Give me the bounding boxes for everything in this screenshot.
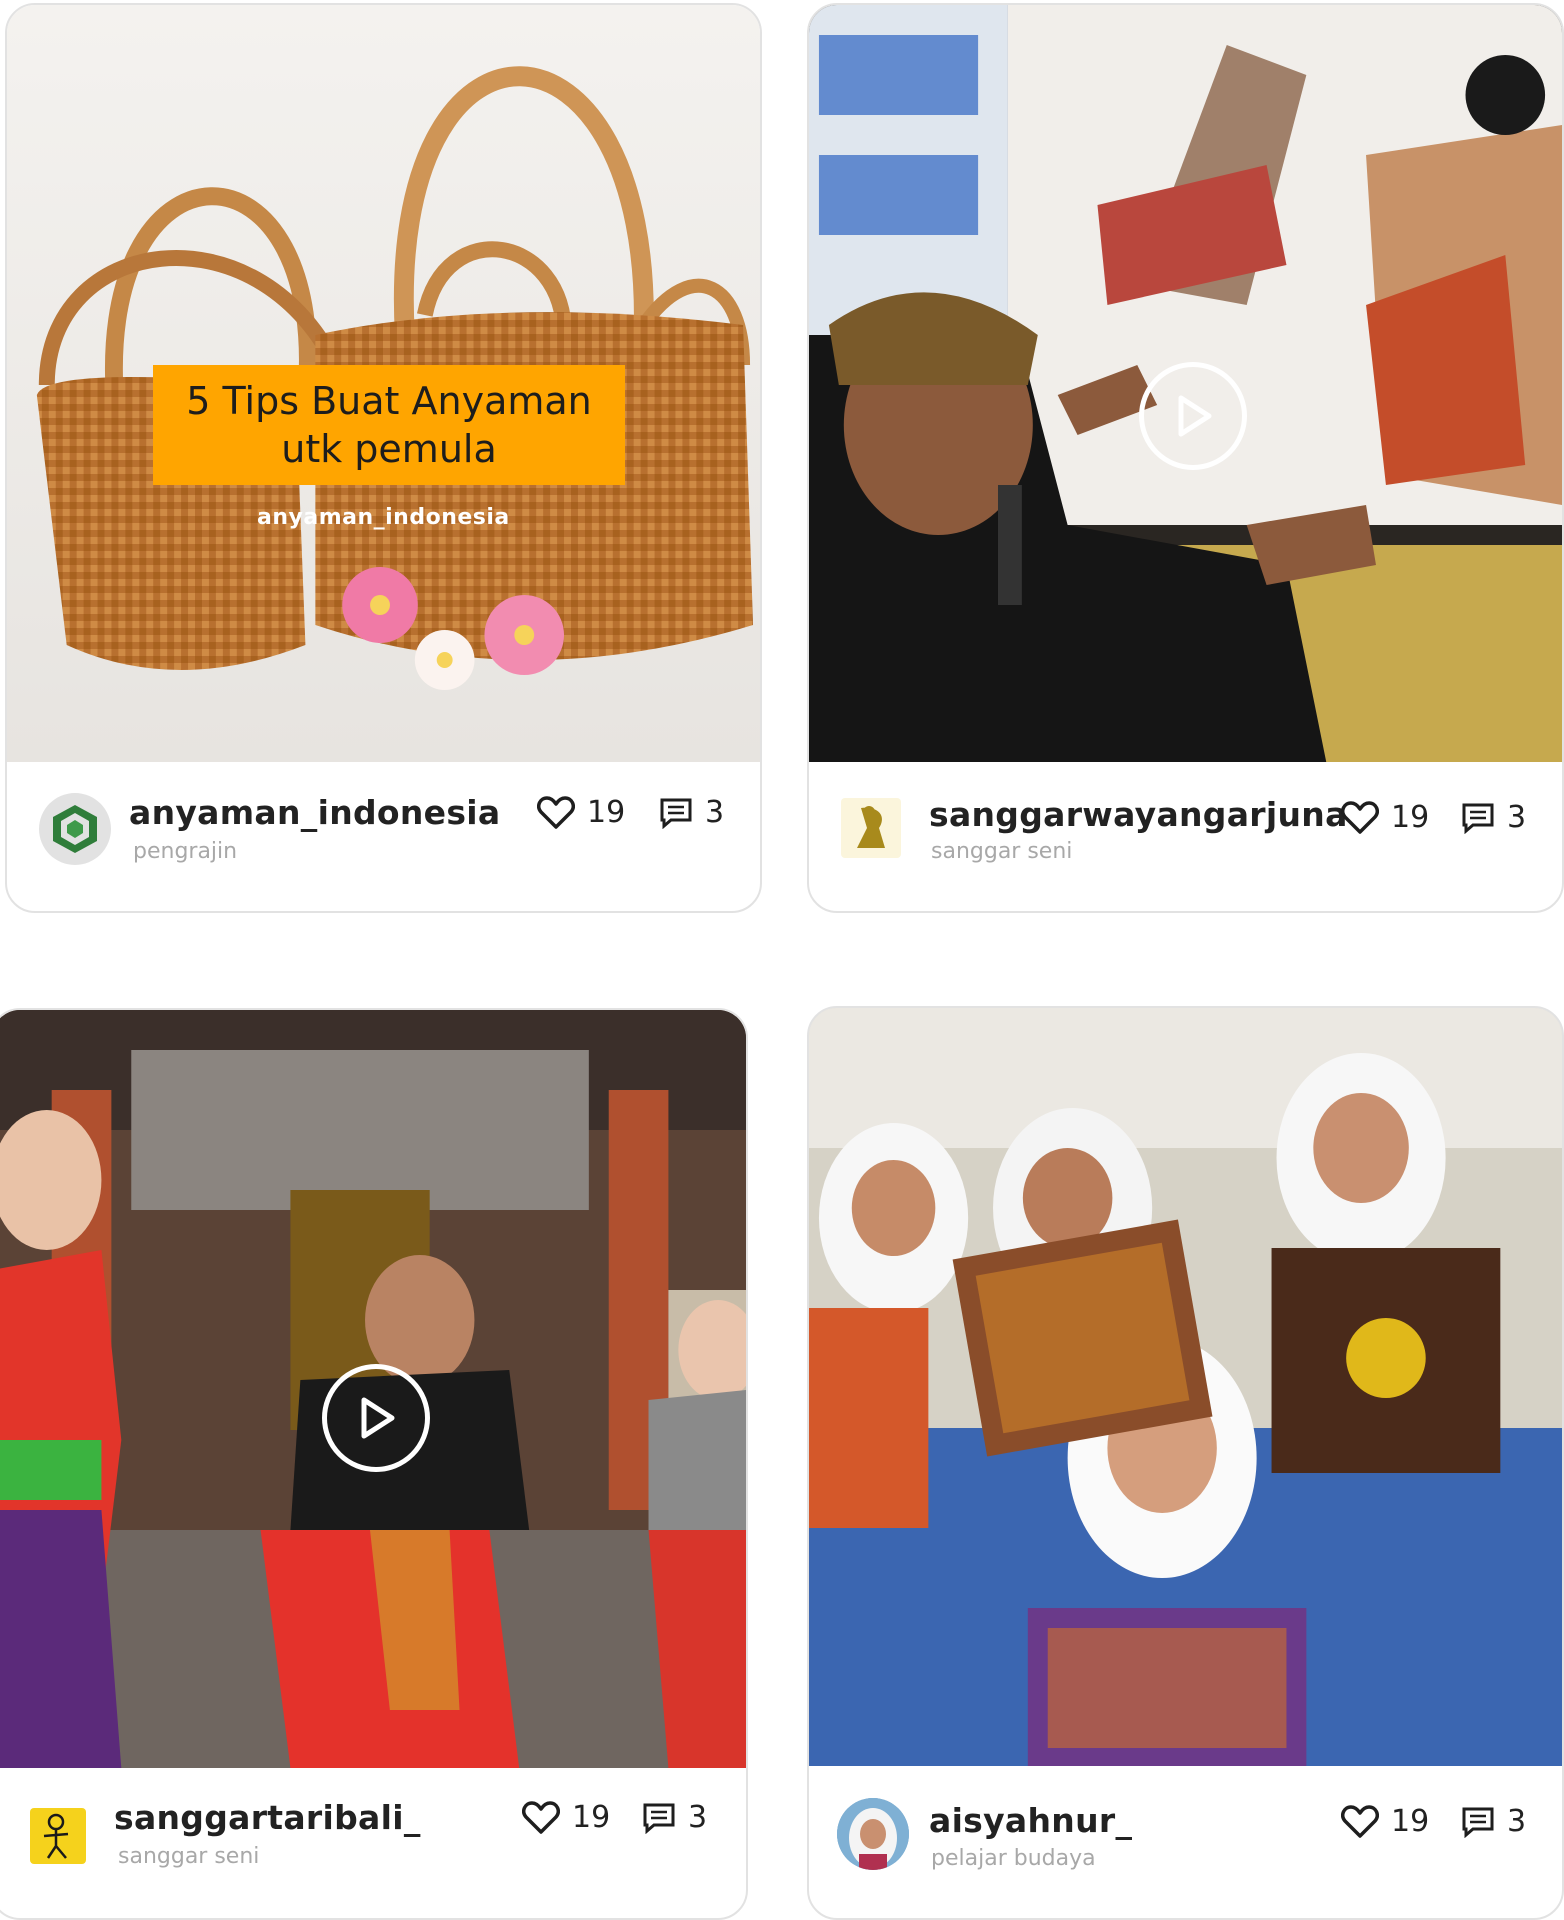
- like-button[interactable]: 19: [1341, 1804, 1429, 1839]
- comment-button[interactable]: 3: [1461, 800, 1526, 835]
- profile-photo: [837, 1798, 909, 1870]
- heart-icon: [522, 1800, 560, 1834]
- post-card[interactable]: aisyahnur_ pelajar budaya 19 3: [807, 1006, 1564, 1920]
- username[interactable]: sanggarwayangarjuna: [929, 795, 1348, 834]
- username[interactable]: sanggartaribali_: [114, 1798, 421, 1837]
- post-card[interactable]: 5 Tips Buat Anyaman utk pemula anyaman_i…: [5, 3, 762, 913]
- user-role: sanggar seni: [118, 1844, 260, 1869]
- dancer-logo-icon: [43, 1813, 69, 1859]
- comment-button[interactable]: 3: [642, 1800, 707, 1835]
- user-role: pelajar budaya: [931, 1846, 1096, 1871]
- like-button[interactable]: 19: [1341, 800, 1429, 835]
- comment-count: 3: [705, 795, 725, 830]
- avatar[interactable]: [841, 798, 901, 858]
- post-card[interactable]: sanggarwayangarjuna sanggar seni 19 3: [807, 3, 1564, 913]
- post-card[interactable]: sanggartaribali_ sanggar seni 19 3: [0, 1008, 748, 1920]
- like-count: 19: [1391, 1804, 1430, 1839]
- like-button[interactable]: 19: [522, 1800, 610, 1835]
- comment-button[interactable]: 3: [1461, 1804, 1526, 1839]
- comment-count: 3: [1507, 800, 1527, 835]
- avatar[interactable]: [837, 1798, 909, 1870]
- username[interactable]: aisyahnur_: [929, 1801, 1132, 1840]
- comment-button[interactable]: 3: [659, 795, 724, 830]
- comment-icon: [1462, 803, 1494, 834]
- heart-icon: [1341, 1804, 1379, 1838]
- comment-icon: [660, 798, 692, 829]
- post-video[interactable]: [0, 1010, 746, 1768]
- like-count: 19: [587, 795, 626, 830]
- batik-students-photo: [809, 1008, 1562, 1766]
- comment-icon: [643, 1803, 675, 1834]
- woven-logo-icon: [53, 805, 97, 853]
- wayang-logo-icon: [857, 806, 885, 848]
- heart-icon: [1341, 800, 1379, 834]
- post-video[interactable]: [809, 5, 1562, 762]
- post-overlay-handle: anyaman_indonesia: [257, 505, 510, 530]
- like-count: 19: [572, 1800, 611, 1835]
- play-icon: [1178, 395, 1212, 437]
- avatar[interactable]: [39, 793, 111, 865]
- comment-count: 3: [688, 1800, 708, 1835]
- play-button[interactable]: [1139, 362, 1247, 470]
- avatar[interactable]: [30, 1808, 86, 1864]
- comment-icon: [1462, 1807, 1494, 1838]
- play-icon: [361, 1397, 395, 1439]
- user-role: sanggar seni: [931, 839, 1073, 864]
- play-button[interactable]: [322, 1364, 430, 1472]
- post-overlay-title: 5 Tips Buat Anyaman utk pemula: [153, 365, 625, 485]
- like-count: 19: [1391, 800, 1430, 835]
- heart-icon: [537, 795, 575, 829]
- post-image[interactable]: 5 Tips Buat Anyaman utk pemula anyaman_i…: [7, 5, 760, 762]
- user-role: pengrajin: [133, 839, 238, 864]
- post-image[interactable]: [809, 1008, 1562, 1766]
- username[interactable]: anyaman_indonesia: [129, 793, 500, 832]
- comment-count: 3: [1507, 1804, 1527, 1839]
- like-button[interactable]: 19: [537, 795, 625, 830]
